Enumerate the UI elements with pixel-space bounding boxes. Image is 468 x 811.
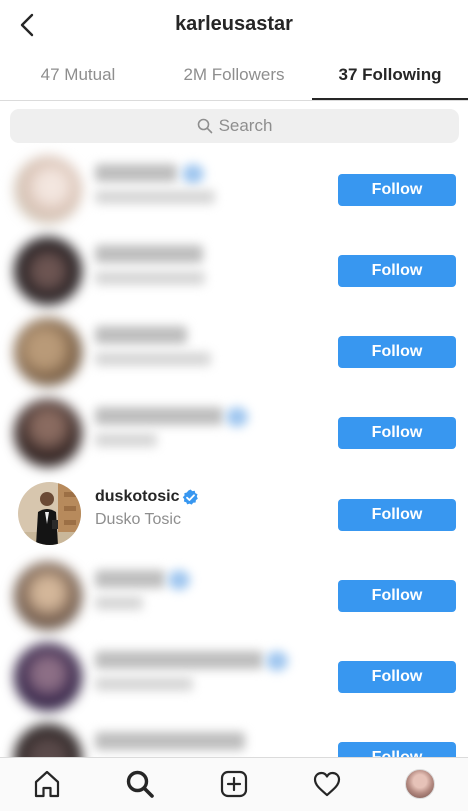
tab-following[interactable]: 37 Following (312, 50, 468, 100)
username-blurred (95, 164, 177, 182)
avatar[interactable] (14, 643, 82, 711)
page-title: karleusastar (175, 13, 293, 35)
follow-button[interactable]: Follow (338, 336, 456, 368)
username-blurred (95, 651, 263, 669)
username[interactable]: duskotosic (95, 488, 179, 506)
full-name-blurred (95, 433, 157, 447)
top-bar: karleusastar (0, 0, 468, 50)
follow-button[interactable]: Follow (338, 255, 456, 287)
avatar[interactable] (14, 156, 82, 224)
full-name-blurred (95, 352, 211, 366)
nav-new-post[interactable] (216, 766, 252, 802)
follow-button[interactable]: Follow (338, 580, 456, 612)
profile-avatar (405, 769, 435, 799)
verified-badge-blurred (182, 164, 204, 184)
search-input[interactable]: Search (10, 109, 459, 143)
full-name-blurred (95, 596, 143, 610)
nav-search[interactable] (122, 766, 158, 802)
follow-button[interactable]: Follow (338, 174, 456, 206)
list-item[interactable]: Follow (0, 150, 468, 231)
bottom-nav (0, 757, 468, 811)
list-item[interactable]: Follow (0, 637, 468, 718)
avatar[interactable] (14, 562, 82, 630)
follow-button[interactable]: Follow (338, 499, 456, 531)
list-item[interactable]: Follow (0, 556, 468, 637)
full-name: Dusko Tosic (95, 511, 181, 528)
home-icon (34, 770, 60, 798)
avatar[interactable] (14, 399, 82, 467)
nav-activity[interactable] (309, 766, 345, 802)
tab-followers[interactable]: 2M Followers (156, 50, 312, 100)
search-icon (126, 770, 154, 798)
verified-badge-blurred (168, 570, 190, 590)
tab-mutual[interactable]: 47 Mutual (0, 50, 156, 100)
list-item[interactable]: Follow (0, 312, 468, 393)
list-item[interactable]: Follow (0, 393, 468, 474)
avatar[interactable] (18, 482, 81, 545)
nav-home[interactable] (29, 766, 65, 802)
verified-badge-icon (182, 489, 198, 505)
heart-icon (313, 771, 341, 797)
full-name-blurred (95, 271, 205, 285)
nav-profile[interactable] (402, 766, 438, 802)
username-blurred (95, 732, 245, 750)
avatar-photo (18, 482, 81, 545)
avatar[interactable] (14, 237, 82, 305)
username-blurred (95, 407, 223, 425)
list-item[interactable]: Follow (0, 231, 468, 312)
full-name-blurred (95, 190, 215, 204)
full-name-blurred (95, 677, 193, 691)
avatar[interactable] (14, 318, 82, 386)
username-blurred (95, 570, 165, 588)
search-icon (197, 118, 212, 134)
active-tab-indicator (312, 98, 468, 100)
username-blurred (95, 326, 187, 344)
follow-button[interactable]: Follow (338, 417, 456, 449)
list-item-featured[interactable]: duskotosic Dusko Tosic Follow (0, 474, 468, 555)
username-blurred (95, 245, 203, 263)
tab-bar: 47 Mutual 2M Followers 37 Following (0, 50, 468, 101)
verified-badge-blurred (266, 651, 288, 671)
search-placeholder: Search (218, 116, 273, 135)
verified-badge-blurred (226, 407, 248, 427)
follow-button[interactable]: Follow (338, 661, 456, 693)
new-post-icon (220, 770, 248, 798)
